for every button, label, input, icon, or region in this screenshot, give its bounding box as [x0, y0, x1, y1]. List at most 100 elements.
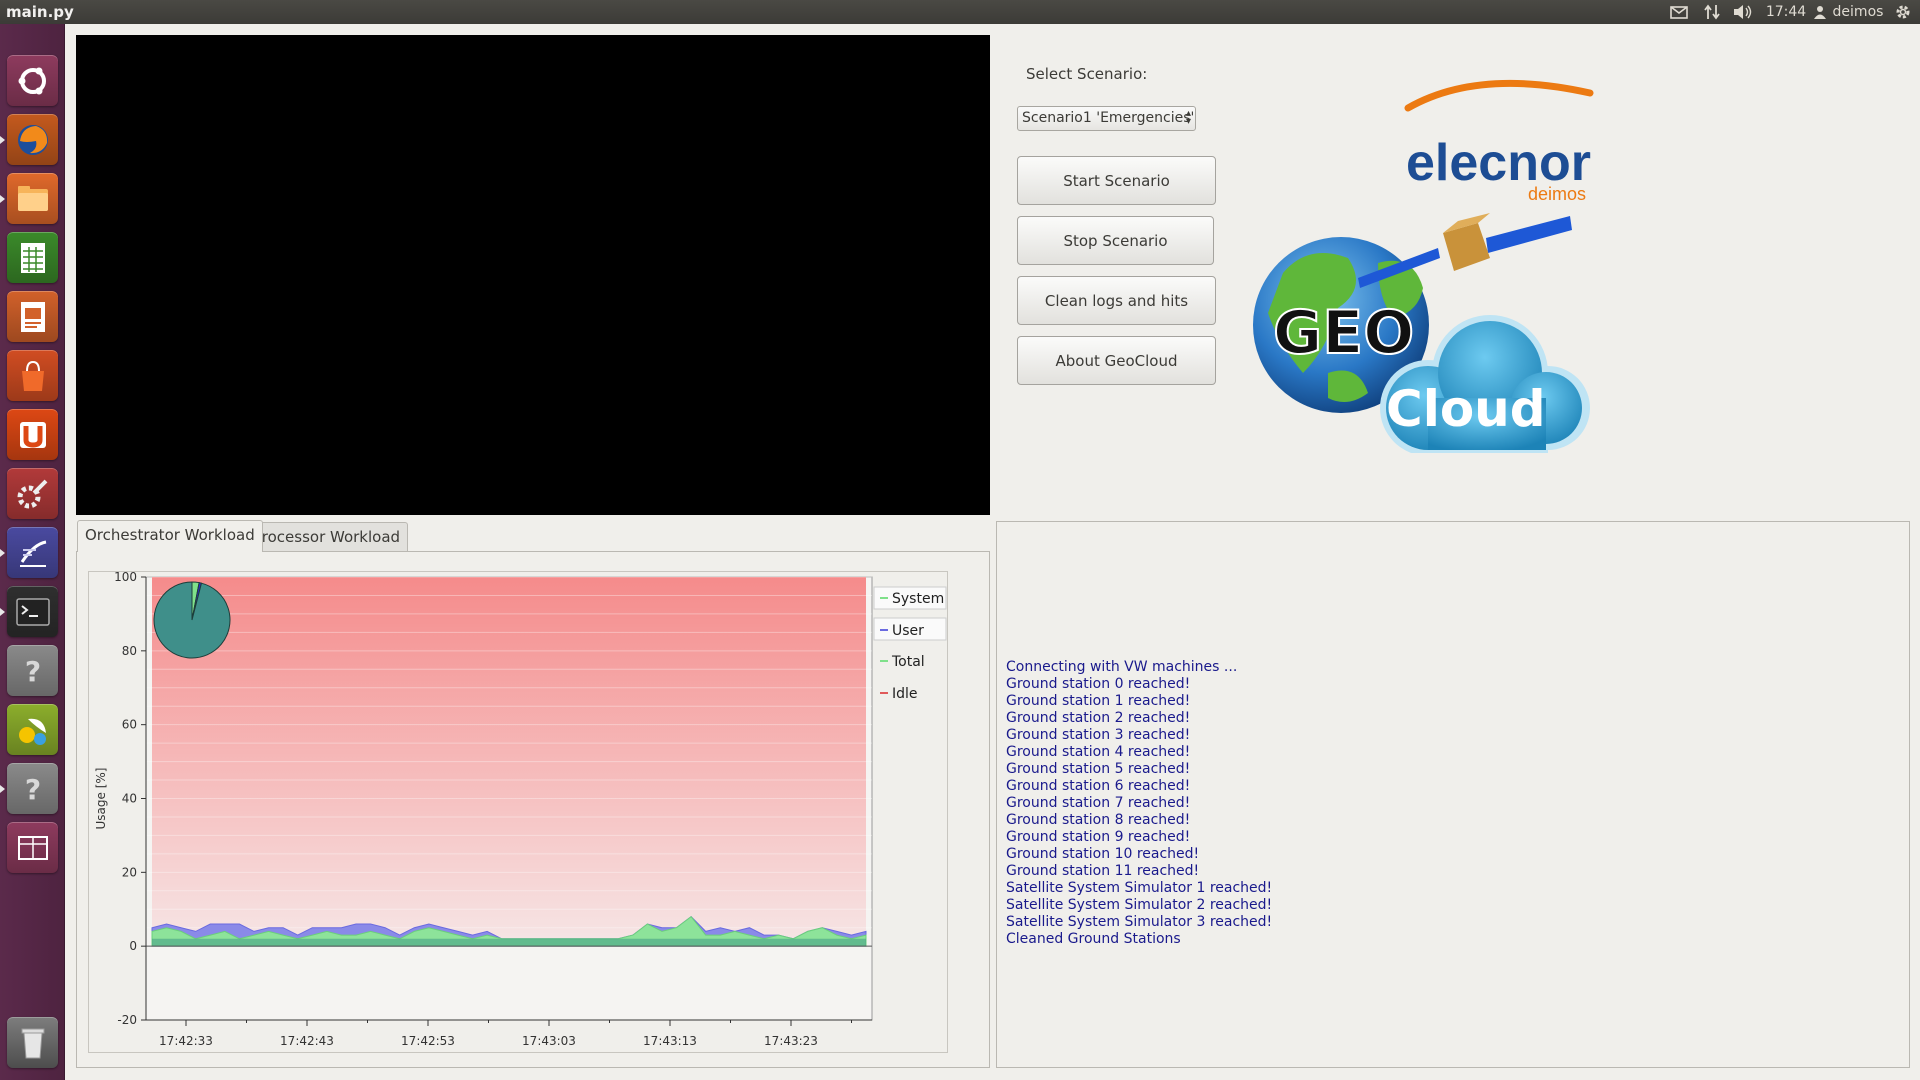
launcher-trash-button[interactable] [7, 1017, 58, 1068]
files-icon [17, 185, 48, 211]
workload-tabs: Orchestrator Workload Processor Workload… [76, 520, 990, 1068]
unknown-app-icon: ? [24, 773, 40, 806]
log-line: Connecting with VW machines ... [1006, 659, 1238, 675]
scenario-label: Select Scenario: [1026, 65, 1148, 83]
geocloud-logo: elecnor deimos GEO Cloud [1228, 73, 1600, 456]
series-idle-area [152, 577, 866, 939]
launcher-files-button[interactable] [7, 173, 58, 224]
unknown-app-icon: ? [24, 655, 40, 688]
y-tick-label: -20 [117, 1013, 137, 1027]
control-panel: Select Scenario: Scenario1 'Emergencies'… [1000, 35, 1600, 515]
y-tick-label: 20 [122, 865, 137, 879]
legend-item: Total [891, 654, 925, 670]
launcher-software-center-button[interactable] [7, 350, 58, 401]
launcher-ubuntu-one-button[interactable] [7, 409, 58, 460]
select-arrows-icon: ▴ ▾ [1185, 108, 1191, 127]
log-line: Satellite System Simulator 3 reached! [1006, 914, 1273, 930]
ubuntu-dash-icon [18, 67, 46, 94]
log-line: Ground station 2 reached! [1006, 710, 1191, 726]
launcher-unknown-app-button[interactable]: ? [7, 763, 58, 814]
log-line: Ground station 5 reached! [1006, 761, 1191, 777]
launcher-firefox-button[interactable] [7, 114, 58, 165]
terminal-icon [15, 597, 50, 626]
log-line: Ground station 1 reached! [1006, 693, 1191, 709]
logo-cloud-text: Cloud [1386, 380, 1546, 438]
launcher-libreoffice-calc-button[interactable] [7, 232, 58, 283]
log-line: Ground station 8 reached! [1006, 812, 1191, 828]
running-indicator [0, 136, 5, 144]
launcher-app-button[interactable] [7, 704, 58, 755]
launcher-editor-button[interactable] [7, 527, 58, 578]
settings-gear-icon[interactable] [1892, 2, 1914, 22]
tab-processor-workload[interactable]: Processor Workload [245, 522, 409, 551]
running-indicator [0, 608, 5, 616]
top-panel: main.py 17:44 deimos [0, 0, 1920, 24]
log-line: Satellite System Simulator 1 reached! [1006, 880, 1273, 896]
user-icon [1812, 2, 1828, 22]
log-list: Connecting with VW machines ... Ground st… [1006, 659, 1272, 948]
running-indicator [0, 195, 5, 203]
y-tick-label: 100 [114, 572, 137, 584]
trash-icon [21, 1028, 44, 1058]
libreoffice-calc-icon [20, 242, 45, 273]
video-display [76, 35, 990, 515]
workload-chart: 100 80 60 40 20 0 -20 Usage [%] 17:42:33 17:42:43… [88, 571, 948, 1053]
pie-slice-idle [153, 581, 231, 659]
mail-icon[interactable] [1668, 2, 1690, 22]
log-panel: Connecting with VW machines ... Ground st… [996, 521, 1910, 1068]
launcher-ubuntu-dash-button[interactable] [7, 55, 58, 106]
log-line: Ground station 3 reached! [1006, 727, 1191, 743]
launcher-workspace-switcher-button[interactable] [7, 822, 58, 873]
app-icon [18, 718, 46, 745]
launcher-terminal-button[interactable] [7, 586, 58, 637]
x-tick-label: 17:43:03 [522, 1034, 576, 1048]
x-tick-label: 17:43:13 [643, 1034, 697, 1048]
y-tick-label: 80 [122, 644, 137, 658]
legend-item: User [892, 623, 924, 639]
running-indicator [0, 549, 5, 557]
launcher-unknown-app-button[interactable]: ? [7, 645, 58, 696]
stop-scenario-button[interactable]: Stop Scenario [1017, 216, 1214, 265]
y-axis-label: Usage [%] [94, 768, 108, 830]
tab-pane: 100 80 60 40 20 0 -20 Usage [%] 17:42:33 17:42:43… [76, 551, 990, 1068]
scenario-select[interactable]: Scenario1 'Emergencies' ▴ ▾ [1017, 106, 1196, 131]
x-tick-label: 17:43:23 [764, 1034, 818, 1048]
firefox-icon [17, 124, 48, 155]
launcher-system-settings-button[interactable] [7, 468, 58, 519]
y-tick-label: 0 [129, 939, 137, 953]
launcher-libreoffice-impress-button[interactable] [7, 291, 58, 342]
clean-logs-button[interactable]: Clean logs and hits [1017, 276, 1216, 325]
scenario-select-value: Scenario1 'Emergencies' [1022, 110, 1195, 126]
x-tick-label: 17:42:33 [159, 1034, 213, 1048]
start-scenario-button[interactable]: Start Scenario [1017, 156, 1216, 205]
legend-item: System [892, 591, 944, 607]
editor-icon [19, 540, 46, 567]
running-indicator [0, 785, 5, 793]
x-tick-label: 17:42:43 [280, 1034, 334, 1048]
svg-text:?: ? [24, 773, 40, 806]
network-icon[interactable] [1700, 2, 1724, 22]
x-tick-label: 17:42:53 [401, 1034, 455, 1048]
workspace-switcher-icon [17, 835, 48, 860]
log-line: Cleaned Ground Stations [1006, 931, 1181, 947]
tab-orchestrator-workload[interactable]: Orchestrator Workload [77, 520, 263, 552]
y-tick-label: 40 [122, 792, 137, 806]
clock[interactable]: 17:44 [1766, 2, 1806, 22]
logo-company-sub-text: deimos [1528, 184, 1586, 204]
log-line: Satellite System Simulator 2 reached! [1006, 897, 1273, 913]
log-line: Ground station 7 reached! [1006, 795, 1191, 811]
software-center-icon [21, 360, 44, 391]
log-line: Ground station 9 reached! [1006, 829, 1191, 845]
legend-item: Idle [892, 686, 918, 702]
log-line: Ground station 10 reached! [1006, 846, 1200, 862]
system-settings-icon [17, 479, 47, 508]
chart-svg: 100 80 60 40 20 0 -20 Usage [%] 17:42:33 17:42:43… [94, 572, 947, 1048]
log-line: Ground station 11 reached! [1006, 863, 1200, 879]
volume-icon[interactable] [1730, 2, 1756, 22]
series-total-area [152, 938, 866, 947]
user-name[interactable]: deimos [1830, 2, 1886, 22]
svg-text:?: ? [24, 655, 40, 688]
about-geocloud-button[interactable]: About GeoCloud [1017, 336, 1216, 385]
log-line: Ground station 6 reached! [1006, 778, 1191, 794]
logo-geo-text: GEO [1273, 298, 1414, 368]
